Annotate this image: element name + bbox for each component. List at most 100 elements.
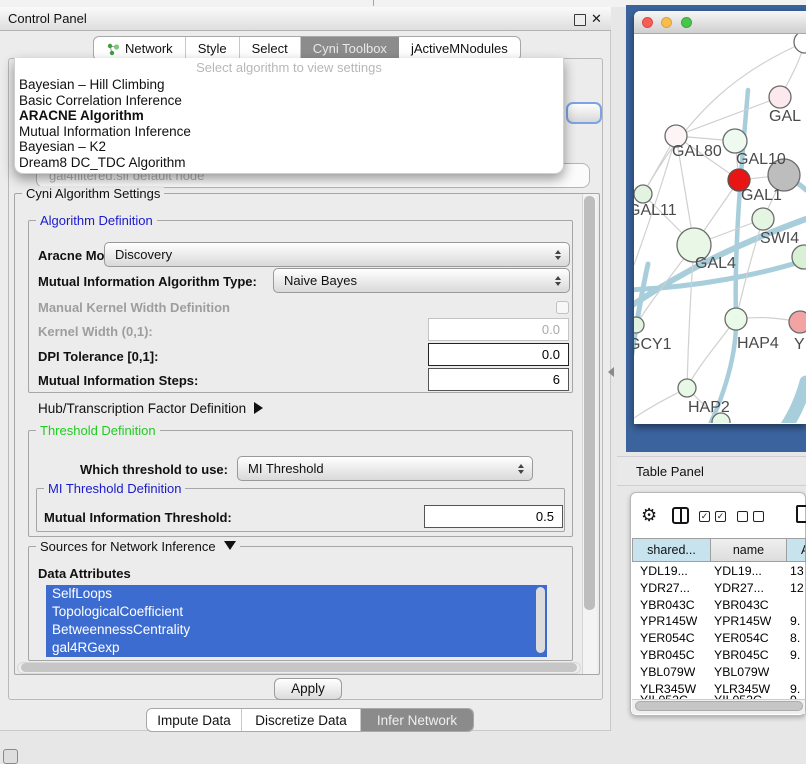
- list-item[interactable]: BetweennessCentrality: [46, 621, 547, 639]
- node-swi4[interactable]: [752, 208, 774, 230]
- node-gal11[interactable]: [634, 185, 652, 203]
- tab-cyni-toolbox[interactable]: Cyni Toolbox: [301, 37, 399, 60]
- network-window-titlebar[interactable]: [634, 11, 806, 34]
- control-panel-titlebar: [0, 7, 611, 31]
- tab-network[interactable]: Network: [94, 37, 186, 60]
- dropdown-item-bayesian-k2[interactable]: Bayesian – K2: [15, 139, 563, 155]
- table-cell[interactable]: 13: [790, 564, 804, 578]
- table-row[interactable]: YER054C: [640, 631, 695, 645]
- node-salmon[interactable]: [789, 311, 806, 333]
- list-item[interactable]: TopologicalCoefficient: [46, 603, 547, 621]
- table-row[interactable]: YBR043C: [640, 598, 695, 612]
- expand-right-icon: [254, 402, 263, 414]
- mi-threshold-label: Mutual Information Threshold:: [44, 510, 232, 525]
- node-hap2[interactable]: [678, 379, 696, 397]
- aracne-mode-select[interactable]: Discovery: [104, 242, 570, 267]
- network-icon: [106, 42, 120, 56]
- table-cell[interactable]: YDL19...: [714, 564, 762, 578]
- dropdown-item-aracne[interactable]: ARACNE Algorithm: [15, 108, 563, 124]
- node-label: HAP4: [737, 335, 779, 352]
- algorithm-definition-title: Algorithm Definition: [36, 213, 157, 228]
- node-hap4[interactable]: [725, 308, 747, 330]
- threshold-definition-title: Threshold Definition: [36, 423, 160, 438]
- table-row[interactable]: YDR27...: [640, 581, 690, 595]
- mi-algorithm-type-select[interactable]: Naive Bayes: [273, 268, 570, 293]
- table-row[interactable]: YBR045C: [640, 648, 695, 662]
- table-panel-title: Table Panel: [636, 464, 704, 479]
- apply-button[interactable]: Apply: [274, 678, 342, 700]
- node-label: GAL4: [695, 255, 736, 272]
- kernel-width-label: Kernel Width (0,1):: [38, 324, 153, 339]
- node-gal-partial[interactable]: [769, 86, 791, 108]
- attributes-list-scrollbar-thumb[interactable]: [536, 587, 545, 653]
- list-item[interactable]: SelfLoops: [46, 585, 547, 603]
- table-cell[interactable]: YBR045C: [714, 648, 769, 662]
- node-label: Y: [794, 336, 805, 353]
- table-cell[interactable]: 9.: [790, 648, 800, 662]
- node-gal10[interactable]: [723, 129, 747, 153]
- list-item[interactable]: gal4RGexp: [46, 639, 547, 657]
- dropdown-item-bayesian-hill-climbing[interactable]: Bayesian – Hill Climbing: [15, 77, 563, 93]
- column-header-name[interactable]: name: [711, 538, 787, 562]
- table-row[interactable]: YPR145W: [640, 614, 697, 628]
- table-cell[interactable]: 9.: [790, 614, 800, 628]
- data-attributes-list[interactable]: SelfLoops TopologicalCoefficient Between…: [46, 585, 547, 657]
- sources-group-title[interactable]: Sources for Network Inference: [36, 539, 240, 554]
- close-icon[interactable]: ✕: [591, 11, 602, 27]
- mi-steps-field[interactable]: 6: [428, 368, 569, 391]
- unchecked-checkbox-icon[interactable]: [737, 511, 748, 522]
- table-hscrollbar-thumb[interactable]: [635, 701, 803, 711]
- manual-kernel-width-label: Manual Kernel Width Definition: [38, 300, 230, 315]
- dropdown-item-basic-correlation[interactable]: Basic Correlation Inference: [15, 93, 563, 109]
- close-traffic-light-icon[interactable]: [642, 17, 653, 28]
- settings-hscrollbar-thumb[interactable]: [21, 663, 577, 672]
- table-row[interactable]: YDL19...: [640, 564, 688, 578]
- manual-kernel-width-checkbox[interactable]: [556, 301, 569, 314]
- node-gcy1[interactable]: [634, 317, 644, 333]
- checked-checkbox-icon[interactable]: ✓: [715, 511, 726, 522]
- mi-steps-label: Mutual Information Steps:: [38, 373, 198, 388]
- node-label: GAL1: [741, 187, 782, 204]
- table-cell[interactable]: 8.: [790, 631, 800, 645]
- column-header-partial[interactable]: A: [787, 538, 806, 562]
- mi-threshold-field[interactable]: 0.5: [424, 505, 563, 528]
- tab-select[interactable]: Select: [240, 37, 301, 60]
- panel-splitter-arrow-icon[interactable]: [608, 367, 614, 377]
- control-panel-title: Control Panel: [8, 11, 87, 26]
- table-cell[interactable]: YBL079W: [714, 665, 769, 679]
- kernel-width-field[interactable]: 0.0: [428, 318, 569, 341]
- hub-definition-expander[interactable]: Hub/Transcription Factor Definition: [38, 401, 263, 416]
- dropdown-item-dream8[interactable]: Dream8 DC_TDC Algorithm: [15, 155, 563, 171]
- collapse-down-icon: [224, 541, 236, 550]
- table-cell[interactable]: YBR043C: [714, 598, 769, 612]
- table-cell[interactable]: 12: [790, 581, 804, 595]
- dpi-tolerance-field[interactable]: 0.0: [428, 343, 569, 366]
- tab-style[interactable]: Style: [186, 37, 240, 60]
- unchecked-checkbox-icon[interactable]: [753, 511, 764, 522]
- settings-scrollbar-thumb[interactable]: [584, 196, 595, 610]
- gear-icon[interactable]: ⚙: [641, 506, 657, 524]
- checked-checkbox-icon[interactable]: ✓: [699, 511, 710, 522]
- tab-discretize-data[interactable]: Discretize Data: [242, 709, 361, 731]
- tab-infer-network[interactable]: Infer Network: [361, 709, 473, 731]
- dropdown-item-mutual-information[interactable]: Mutual Information Inference: [15, 124, 563, 140]
- inference-algorithm-combobox-partial[interactable]: [566, 102, 602, 124]
- column-header-shared-name[interactable]: shared...: [632, 538, 711, 562]
- minimize-traffic-light-icon[interactable]: [661, 17, 672, 28]
- table-cell[interactable]: YDR27...: [714, 581, 764, 595]
- table-cell[interactable]: YPR145W: [714, 614, 771, 628]
- tab-impute-data[interactable]: Impute Data: [147, 709, 242, 731]
- spinner-arrows-icon: [518, 464, 524, 474]
- tab-jactivemnodules[interactable]: jActiveMNodules: [399, 37, 520, 60]
- table-row[interactable]: YBL079W: [640, 665, 695, 679]
- split-columns-icon[interactable]: [672, 507, 689, 524]
- network-canvas[interactable]: GAL GAL80 GAL10 GAL1 GAL11 GAL4 SWI4 GCY…: [634, 34, 806, 423]
- dpi-tolerance-label: DPI Tolerance [0,1]:: [38, 349, 158, 364]
- node-partial-top[interactable]: [794, 34, 806, 53]
- float-window-icon[interactable]: [574, 14, 586, 26]
- table-cell[interactable]: YER054C: [714, 631, 769, 645]
- page-icon[interactable]: [796, 505, 806, 523]
- which-threshold-select[interactable]: MI Threshold: [237, 456, 533, 481]
- zoom-traffic-light-icon[interactable]: [681, 17, 692, 28]
- node-label: GCY1: [634, 336, 672, 353]
